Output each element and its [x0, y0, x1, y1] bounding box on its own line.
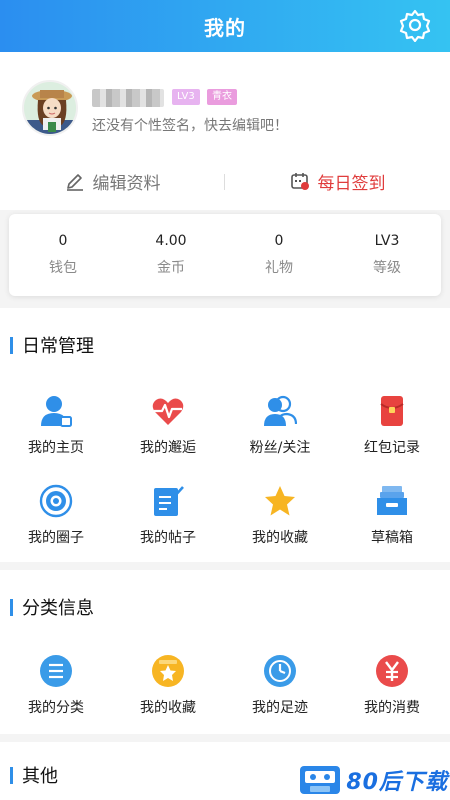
- grid-label: 我的分类: [28, 700, 84, 716]
- grid-label: 我的帖子: [140, 530, 196, 546]
- section-header: 其他: [10, 762, 58, 788]
- stat-wallet[interactable]: 0 钱包: [9, 214, 117, 296]
- profile-actions: 编辑资料 每日签到: [0, 165, 450, 197]
- circle-target-icon: [39, 484, 73, 518]
- stat-value: LV3: [374, 233, 400, 249]
- grid-item-my-spending[interactable]: 我的消费: [336, 654, 448, 717]
- grid-item-my-circles[interactable]: 我的圈子: [0, 484, 112, 547]
- section-accent-bar: [10, 766, 13, 784]
- level-badge: LV3: [172, 89, 200, 105]
- stat-label: 礼物: [265, 260, 293, 276]
- action-divider: [224, 174, 225, 190]
- stat-level[interactable]: LV3 等级: [333, 214, 441, 296]
- yuan-icon: [376, 655, 408, 687]
- stat-coins[interactable]: 4.00 金币: [117, 214, 225, 296]
- title-badge: 青衣: [207, 89, 237, 105]
- daily-checkin-label: 每日签到: [317, 173, 386, 194]
- other-section: 其他 80后下载: [0, 742, 450, 800]
- settings-gear-icon[interactable]: [398, 8, 432, 42]
- heartbeat-icon: [152, 398, 184, 425]
- grid-item-my-favorites[interactable]: 我的收藏: [224, 484, 336, 547]
- grid-item-category-favorites[interactable]: 我的收藏: [112, 654, 224, 717]
- grid-label: 粉丝/关注: [249, 440, 311, 456]
- stats-card: 0 钱包 4.00 金币 0 礼物 LV3 等级: [9, 214, 441, 296]
- stat-label: 等级: [373, 260, 401, 276]
- grid-label: 我的收藏: [140, 700, 196, 716]
- stat-label: 钱包: [49, 260, 77, 276]
- red-envelope-icon: [380, 396, 404, 426]
- pencil-icon: [66, 174, 83, 191]
- stat-value: 0: [274, 233, 284, 249]
- grid-label: 我的消费: [364, 700, 420, 716]
- followers-icon: [264, 395, 297, 427]
- nickname-redacted: [92, 89, 164, 107]
- calendar-icon: [290, 173, 309, 190]
- section-title: 分类信息: [22, 598, 94, 619]
- grid-label: 我的主页: [28, 440, 84, 456]
- stat-value: 0: [58, 233, 68, 249]
- stat-gifts[interactable]: 0 礼物: [225, 214, 333, 296]
- avatar-illustration: [24, 82, 76, 134]
- section-title: 日常管理: [22, 336, 94, 357]
- grid-label: 草稿箱: [371, 530, 413, 546]
- list-icon: [40, 655, 72, 687]
- grid-item-my-categories[interactable]: 我的分类: [0, 654, 112, 717]
- daily-checkin-button[interactable]: 每日签到: [225, 165, 450, 197]
- grid-item-my-homepage[interactable]: 我的主页: [0, 394, 112, 457]
- watermark: 80后下载: [298, 762, 448, 798]
- grid-label: 我的圈子: [28, 530, 84, 546]
- stat-label: 金币: [157, 260, 185, 276]
- grid-item-my-encounters[interactable]: 我的邂逅: [112, 394, 224, 457]
- user-home-icon: [41, 396, 72, 427]
- section-accent-bar: [10, 598, 13, 616]
- drafts-tray-icon: [377, 486, 407, 515]
- clock-icon: [264, 655, 296, 687]
- edit-profile-button[interactable]: 编辑资料: [0, 165, 225, 197]
- grid-label: 我的足迹: [252, 700, 308, 716]
- top-bar: 我的: [0, 0, 450, 52]
- grid-item-my-posts[interactable]: 我的帖子: [112, 484, 224, 547]
- category-info-section: 分类信息 我的分类 我的收藏 我的足迹 我的消费: [0, 570, 450, 734]
- edit-profile-label: 编辑资料: [92, 173, 161, 194]
- section-title: 其他: [22, 766, 58, 787]
- star-icon: [265, 486, 295, 516]
- profile-card: LV3 青衣 还没有个性签名，快去编辑吧！ 编辑资料 每日签到: [0, 52, 450, 210]
- avatar[interactable]: [22, 80, 78, 136]
- grid-item-followers[interactable]: 粉丝/关注: [224, 394, 336, 457]
- stat-value: 4.00: [155, 233, 187, 249]
- star-box-icon: [152, 655, 184, 687]
- grid-item-drafts[interactable]: 草稿箱: [336, 484, 448, 547]
- daily-management-section: 日常管理 我的主页 我的邂逅 粉丝/关注 红包记录 我的圈子 我的帖子 我的收藏…: [0, 308, 450, 562]
- grid-label: 我的收藏: [252, 530, 308, 546]
- grid-label: 我的邂逅: [140, 440, 196, 456]
- watermark-text: 80后下载: [346, 770, 448, 795]
- grid-label: 红包记录: [364, 440, 420, 456]
- section-header: 日常管理: [10, 332, 94, 358]
- section-accent-bar: [10, 336, 13, 354]
- post-edit-icon: [154, 486, 184, 516]
- section-header: 分类信息: [10, 594, 94, 620]
- cassette-logo-icon: [300, 766, 341, 794]
- grid-item-my-footprints[interactable]: 我的足迹: [224, 654, 336, 717]
- page-title: 我的: [204, 15, 246, 40]
- grid-item-red-envelope[interactable]: 红包记录: [336, 394, 448, 457]
- signature-text[interactable]: 还没有个性签名，快去编辑吧！: [92, 115, 288, 135]
